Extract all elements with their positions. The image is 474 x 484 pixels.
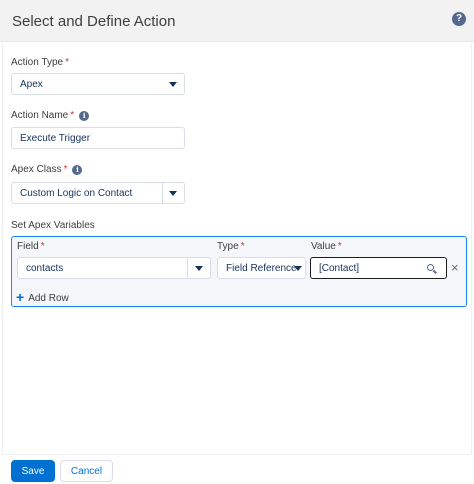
variable-type-value: Field Reference	[226, 262, 297, 274]
column-header-field: Field *	[17, 241, 45, 252]
variable-field-value: contacts	[26, 262, 64, 274]
caret-down-icon	[294, 266, 302, 271]
required-marker: *	[63, 164, 68, 175]
apex-class-select[interactable]: Custom Logic on Contact	[11, 182, 185, 204]
apex-class-label: Apex Class * i	[11, 164, 83, 175]
action-type-label: Action Type *	[11, 57, 69, 68]
plus-icon: +	[16, 289, 25, 305]
set-apex-variables-label: Set Apex Variables	[11, 220, 95, 231]
required-marker: *	[240, 241, 245, 252]
variable-value-input[interactable]: [Contact]	[310, 257, 447, 279]
caret-down-icon	[195, 266, 203, 271]
variable-type-select[interactable]: Field Reference	[217, 257, 306, 279]
cancel-button[interactable]: Cancel	[60, 460, 113, 482]
caret-down-icon	[169, 82, 177, 87]
action-type-select[interactable]: Apex	[11, 73, 185, 95]
column-header-type: Type *	[217, 241, 245, 252]
question-circle-icon[interactable]: ?	[452, 12, 466, 26]
add-row-button[interactable]: + Add Row	[16, 289, 69, 305]
variable-field-select[interactable]: contacts	[17, 257, 211, 279]
info-icon[interactable]: i	[72, 165, 83, 175]
apex-class-value: Custom Logic on Contact	[20, 187, 133, 199]
search-icon[interactable]	[427, 264, 434, 271]
action-name-input[interactable]: Execute Trigger	[11, 127, 185, 149]
variable-value-text: [Contact]	[319, 262, 360, 274]
save-button[interactable]: Save	[11, 460, 55, 482]
add-row-label: Add Row	[28, 293, 69, 304]
remove-row-icon[interactable]: ×	[451, 261, 459, 274]
action-name-label: Action Name * i	[11, 110, 90, 121]
action-type-value: Apex	[20, 78, 43, 90]
required-marker: *	[65, 57, 69, 68]
action-name-value: Execute Trigger	[20, 132, 91, 144]
required-marker: *	[40, 241, 45, 252]
select-divider	[187, 258, 188, 278]
info-icon[interactable]: i	[79, 111, 90, 121]
required-marker: *	[337, 241, 342, 252]
dialog-title: Select and Define Action	[12, 13, 176, 30]
dialog-header: Select and Define Action ?	[0, 0, 474, 42]
caret-down-icon	[169, 191, 177, 196]
column-header-value: Value *	[311, 241, 342, 252]
select-divider	[162, 183, 163, 203]
required-marker: *	[70, 110, 75, 121]
